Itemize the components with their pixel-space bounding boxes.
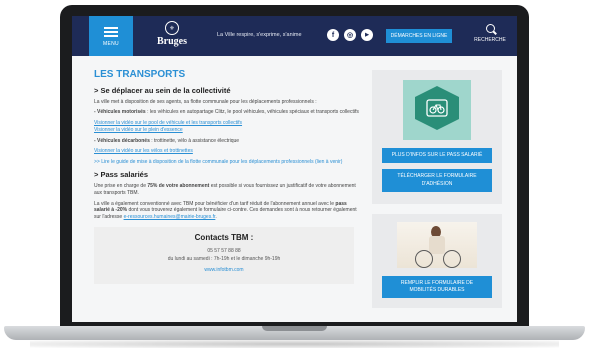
contacts-url[interactable]: www.infotbm.com [94, 267, 354, 274]
pass-p1-text-a: Une prise en charge de [94, 183, 148, 189]
link-pool-video[interactable]: Visionner la vidéo sur le pool de véhicu… [94, 120, 364, 127]
decarb-paragraph: - Véhicules décarbonés : trottinette, vé… [94, 138, 364, 145]
decarb-label: - Véhicules décarbonés [94, 137, 150, 144]
contacts-title: Contacts TBM : [194, 232, 254, 242]
site-logo[interactable]: ⚜ Bruges [147, 21, 197, 51]
facebook-icon[interactable]: f [327, 29, 339, 41]
pass-illustration [403, 80, 471, 140]
demarches-button[interactable]: DÉMARCHES EN LIGNE [386, 29, 452, 43]
pass-paragraph-2: La ville a également conventionné avec T… [94, 201, 364, 221]
pass-paragraph-1: Une prise en charge de 75% de votre abon… [94, 183, 364, 197]
bike-icon [426, 99, 448, 117]
sidebar: PLUS D'INFOS SUR LE PASS SALARIÉ TÉLÉCHA… [372, 70, 502, 308]
screen: MENU ⚜ Bruges La Ville respire, s'exprim… [72, 16, 517, 322]
motorized-paragraph: - Véhicules motorisés : les véhicules en… [94, 109, 364, 116]
logo-name: Bruges [157, 36, 187, 47]
link-guide[interactable]: >> Lire le guide de mise à disposition d… [94, 159, 364, 166]
link-fuel-video[interactable]: Visionner la vidéo sur le plein d'essenc… [94, 127, 364, 134]
hamburger-icon [104, 25, 118, 39]
contacts-hours: du lundi au samedi : 7h-19h et le dimanc… [167, 256, 281, 263]
menu-label: MENU [103, 41, 119, 47]
motorized-text: : les véhicules en autopartage Clitz, le… [145, 109, 359, 116]
hr-email-link[interactable]: e-ressources.humaines@mairie-bruges.fr [124, 214, 216, 220]
cyclist-photo [397, 221, 477, 268]
cyclist-body [429, 235, 445, 254]
bike-wheel-front [443, 249, 461, 268]
laptop-notch [262, 326, 327, 331]
pass-p2-end: . [215, 214, 217, 220]
main-content: LES TRANSPORTS > Se déplacer au sein de … [94, 68, 364, 322]
laptop-frame: MENU ⚜ Bruges La Ville respire, s'exprim… [0, 0, 589, 357]
menu-button[interactable]: MENU [89, 16, 133, 56]
section-heading-deplacements: > Se déplacer au sein de la collectivité [94, 85, 231, 95]
pass-info-button[interactable]: PLUS D'INFOS SUR LE PASS SALARIÉ [382, 148, 492, 164]
mobility-form-button[interactable]: REMPLIR LE FORMULAIRE DE MOBILITÉS DURAB… [382, 275, 492, 299]
search-icon [485, 24, 495, 33]
video-links-1: Visionner la vidéo sur le pool de véhicu… [94, 120, 364, 134]
site-header: MENU ⚜ Bruges La Ville respire, s'exprim… [72, 16, 517, 56]
pass-p2-text-a: La ville a également conventionné avec T… [94, 200, 336, 207]
section-heading-pass: > Pass salariés [94, 169, 149, 179]
youtube-icon[interactable]: ▶ [361, 29, 373, 41]
instagram-icon[interactable]: ◎ [344, 29, 356, 41]
search-label: RECHERCHE [474, 37, 506, 43]
laptop-shadow [30, 340, 559, 348]
mobility-card: REMPLIR LE FORMULAIRE DE MOBILITÉS DURAB… [372, 213, 502, 308]
decarb-text: : trottinette, vélo à assistance électri… [149, 137, 240, 144]
video-links-2: Visionner la vidéo sur les vélos et trot… [94, 148, 364, 155]
page-title: LES TRANSPORTS [94, 69, 186, 80]
motorized-label: - Véhicules motorisés [94, 109, 146, 116]
search-button[interactable]: RECHERCHE [470, 24, 510, 50]
section-intro: La ville met à disposition de ses agents… [94, 98, 317, 105]
bike-wheel-back [415, 249, 433, 268]
contacts-box: Contacts TBM : 05 57 57 88 88 du lundi a… [94, 226, 354, 284]
pass-p1-bold: 75% de votre abonnement [147, 183, 210, 189]
guide-paragraph: >> Lire le guide de mise à disposition d… [94, 159, 364, 166]
site-tagline: La Ville respire, s'exprime, s'anime [217, 32, 302, 38]
link-bikes-video[interactable]: Visionner la vidéo sur les vélos et trot… [94, 148, 364, 155]
contacts-phone: 05 57 57 88 88 [207, 247, 241, 254]
pass-card: PLUS D'INFOS SUR LE PASS SALARIÉ TÉLÉCHA… [372, 70, 502, 204]
city-emblem-icon: ⚜ [165, 21, 179, 35]
download-form-button[interactable]: TÉLÉCHARGER LE FORMULAIRE D'ADHÉSION [382, 169, 492, 192]
